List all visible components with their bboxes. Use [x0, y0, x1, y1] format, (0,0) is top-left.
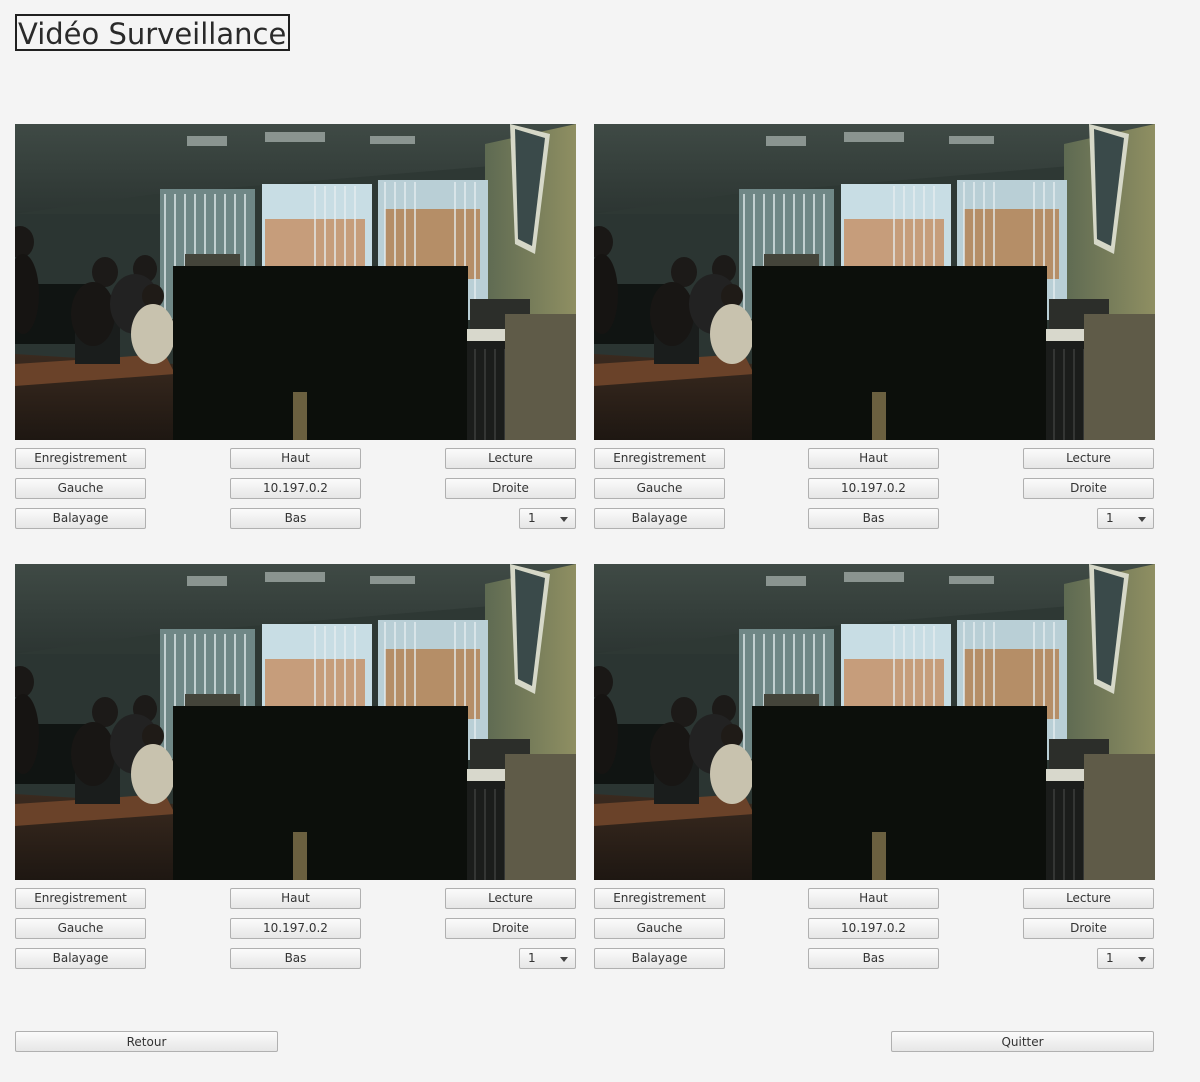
quit-button[interactable]: Quitter — [891, 1031, 1154, 1052]
record-button[interactable]: Enregistrement — [594, 448, 725, 469]
left-button[interactable]: Gauche — [594, 478, 725, 499]
camera-image — [594, 124, 1155, 440]
back-button[interactable]: Retour — [15, 1031, 278, 1052]
record-button[interactable]: Enregistrement — [594, 888, 725, 909]
speed-select[interactable]: 1 — [1097, 508, 1154, 529]
left-button[interactable]: Gauche — [594, 918, 725, 939]
up-button[interactable]: Haut — [230, 448, 361, 469]
speed-select-value: 1 — [1106, 511, 1114, 525]
speed-select-value: 1 — [528, 951, 536, 965]
chevron-down-icon — [560, 957, 568, 962]
chevron-down-icon — [560, 517, 568, 522]
play-button[interactable]: Lecture — [445, 888, 576, 909]
scan-button[interactable]: Balayage — [15, 948, 146, 969]
right-button[interactable]: Droite — [445, 918, 576, 939]
camera-image — [15, 564, 576, 880]
page-title: Vidéo Surveillance — [15, 14, 290, 51]
camera-image — [594, 564, 1155, 880]
speed-select[interactable]: 1 — [519, 508, 576, 529]
play-button[interactable]: Lecture — [1023, 448, 1154, 469]
down-button[interactable]: Bas — [230, 948, 361, 969]
play-button[interactable]: Lecture — [445, 448, 576, 469]
camera-feed-3 — [15, 564, 576, 880]
right-button[interactable]: Droite — [1023, 478, 1154, 499]
scan-button[interactable]: Balayage — [594, 508, 725, 529]
camera-image — [15, 124, 576, 440]
ip-address-button[interactable]: 10.197.0.2 — [230, 918, 361, 939]
scan-button[interactable]: Balayage — [15, 508, 146, 529]
record-button[interactable]: Enregistrement — [15, 888, 146, 909]
record-button[interactable]: Enregistrement — [15, 448, 146, 469]
left-button[interactable]: Gauche — [15, 918, 146, 939]
speed-select[interactable]: 1 — [1097, 948, 1154, 969]
left-button[interactable]: Gauche — [15, 478, 146, 499]
speed-select-value: 1 — [528, 511, 536, 525]
chevron-down-icon — [1138, 957, 1146, 962]
ip-address-button[interactable]: 10.197.0.2 — [808, 918, 939, 939]
right-button[interactable]: Droite — [445, 478, 576, 499]
down-button[interactable]: Bas — [808, 508, 939, 529]
speed-select[interactable]: 1 — [519, 948, 576, 969]
down-button[interactable]: Bas — [808, 948, 939, 969]
chevron-down-icon — [1138, 517, 1146, 522]
up-button[interactable]: Haut — [230, 888, 361, 909]
camera-feed-1 — [15, 124, 576, 440]
right-button[interactable]: Droite — [1023, 918, 1154, 939]
ip-address-button[interactable]: 10.197.0.2 — [230, 478, 361, 499]
down-button[interactable]: Bas — [230, 508, 361, 529]
scan-button[interactable]: Balayage — [594, 948, 725, 969]
up-button[interactable]: Haut — [808, 448, 939, 469]
camera-feed-2 — [594, 124, 1155, 440]
camera-feed-4 — [594, 564, 1155, 880]
speed-select-value: 1 — [1106, 951, 1114, 965]
play-button[interactable]: Lecture — [1023, 888, 1154, 909]
up-button[interactable]: Haut — [808, 888, 939, 909]
ip-address-button[interactable]: 10.197.0.2 — [808, 478, 939, 499]
